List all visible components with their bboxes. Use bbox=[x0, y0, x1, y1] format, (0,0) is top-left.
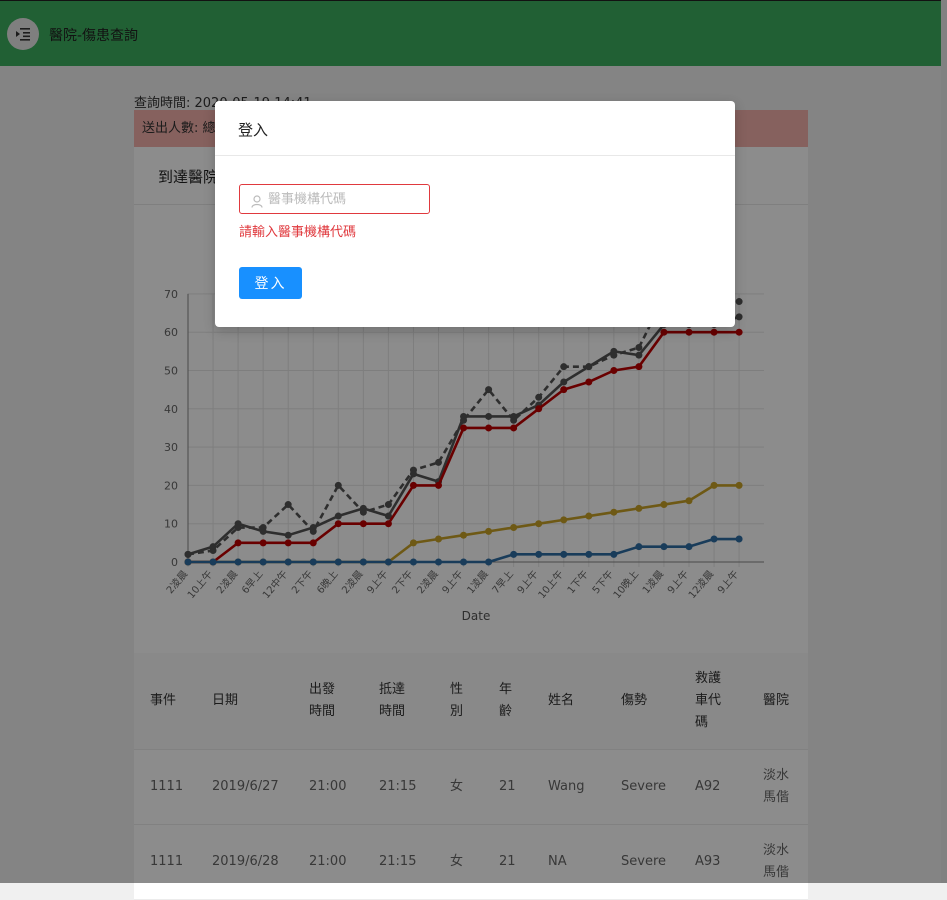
agency-code-input[interactable] bbox=[268, 188, 423, 210]
agency-code-field[interactable] bbox=[239, 184, 430, 214]
login-button[interactable]: 登入 bbox=[239, 267, 302, 299]
modal-title: 登入 bbox=[238, 121, 269, 139]
login-modal: 登入 請輸入醫事機構代碼 登入 bbox=[215, 101, 735, 327]
validation-error: 請輸入醫事機構代碼 bbox=[239, 225, 357, 240]
user-icon bbox=[251, 193, 263, 212]
modal-divider bbox=[215, 155, 735, 156]
